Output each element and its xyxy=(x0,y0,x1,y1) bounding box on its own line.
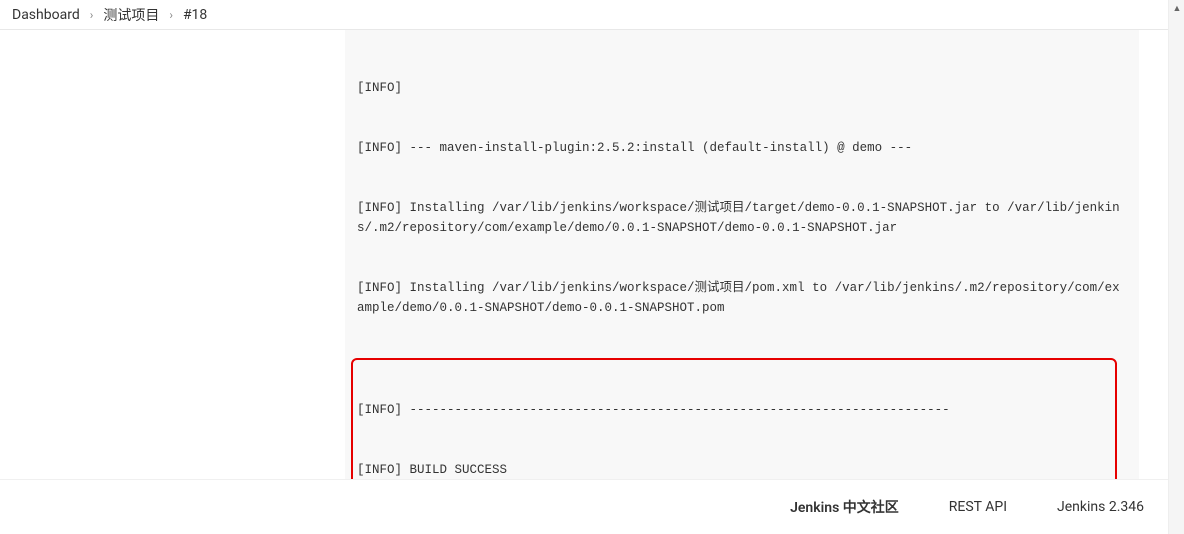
console-line: [INFO] --- maven-install-plugin:2.5.2:in… xyxy=(357,138,1127,158)
jenkins-community-link[interactable]: Jenkins 中文社区 xyxy=(790,497,899,517)
breadcrumb: Dashboard › 测试项目 › #18 xyxy=(0,0,1184,30)
jenkins-version[interactable]: Jenkins 2.346 xyxy=(1057,499,1144,515)
console-line: [INFO] BUILD SUCCESS xyxy=(357,460,1111,479)
breadcrumb-item-project[interactable]: 测试项目 xyxy=(103,5,159,25)
console-output: [INFO] [INFO] --- maven-install-plugin:2… xyxy=(345,30,1139,479)
scrollbar[interactable]: ▲ xyxy=(1168,0,1184,534)
breadcrumb-item-dashboard[interactable]: Dashboard xyxy=(12,7,80,23)
content-area: [INFO] [INFO] --- maven-install-plugin:2… xyxy=(0,30,1184,479)
console-line: [INFO] Installing /var/lib/jenkins/works… xyxy=(357,198,1127,238)
build-success-highlight: [INFO] ---------------------------------… xyxy=(351,358,1117,479)
console-line: [INFO] ---------------------------------… xyxy=(357,400,1111,420)
breadcrumb-item-build[interactable]: #18 xyxy=(183,7,207,23)
footer: Jenkins 中文社区 REST API Jenkins 2.346 xyxy=(0,479,1184,534)
console-line: [INFO] Installing /var/lib/jenkins/works… xyxy=(357,278,1127,318)
rest-api-link[interactable]: REST API xyxy=(949,499,1007,515)
chevron-right-icon: › xyxy=(90,8,94,22)
console-line: [INFO] xyxy=(357,78,1127,98)
scroll-up-icon[interactable]: ▲ xyxy=(1169,0,1184,16)
chevron-right-icon: › xyxy=(169,8,173,22)
